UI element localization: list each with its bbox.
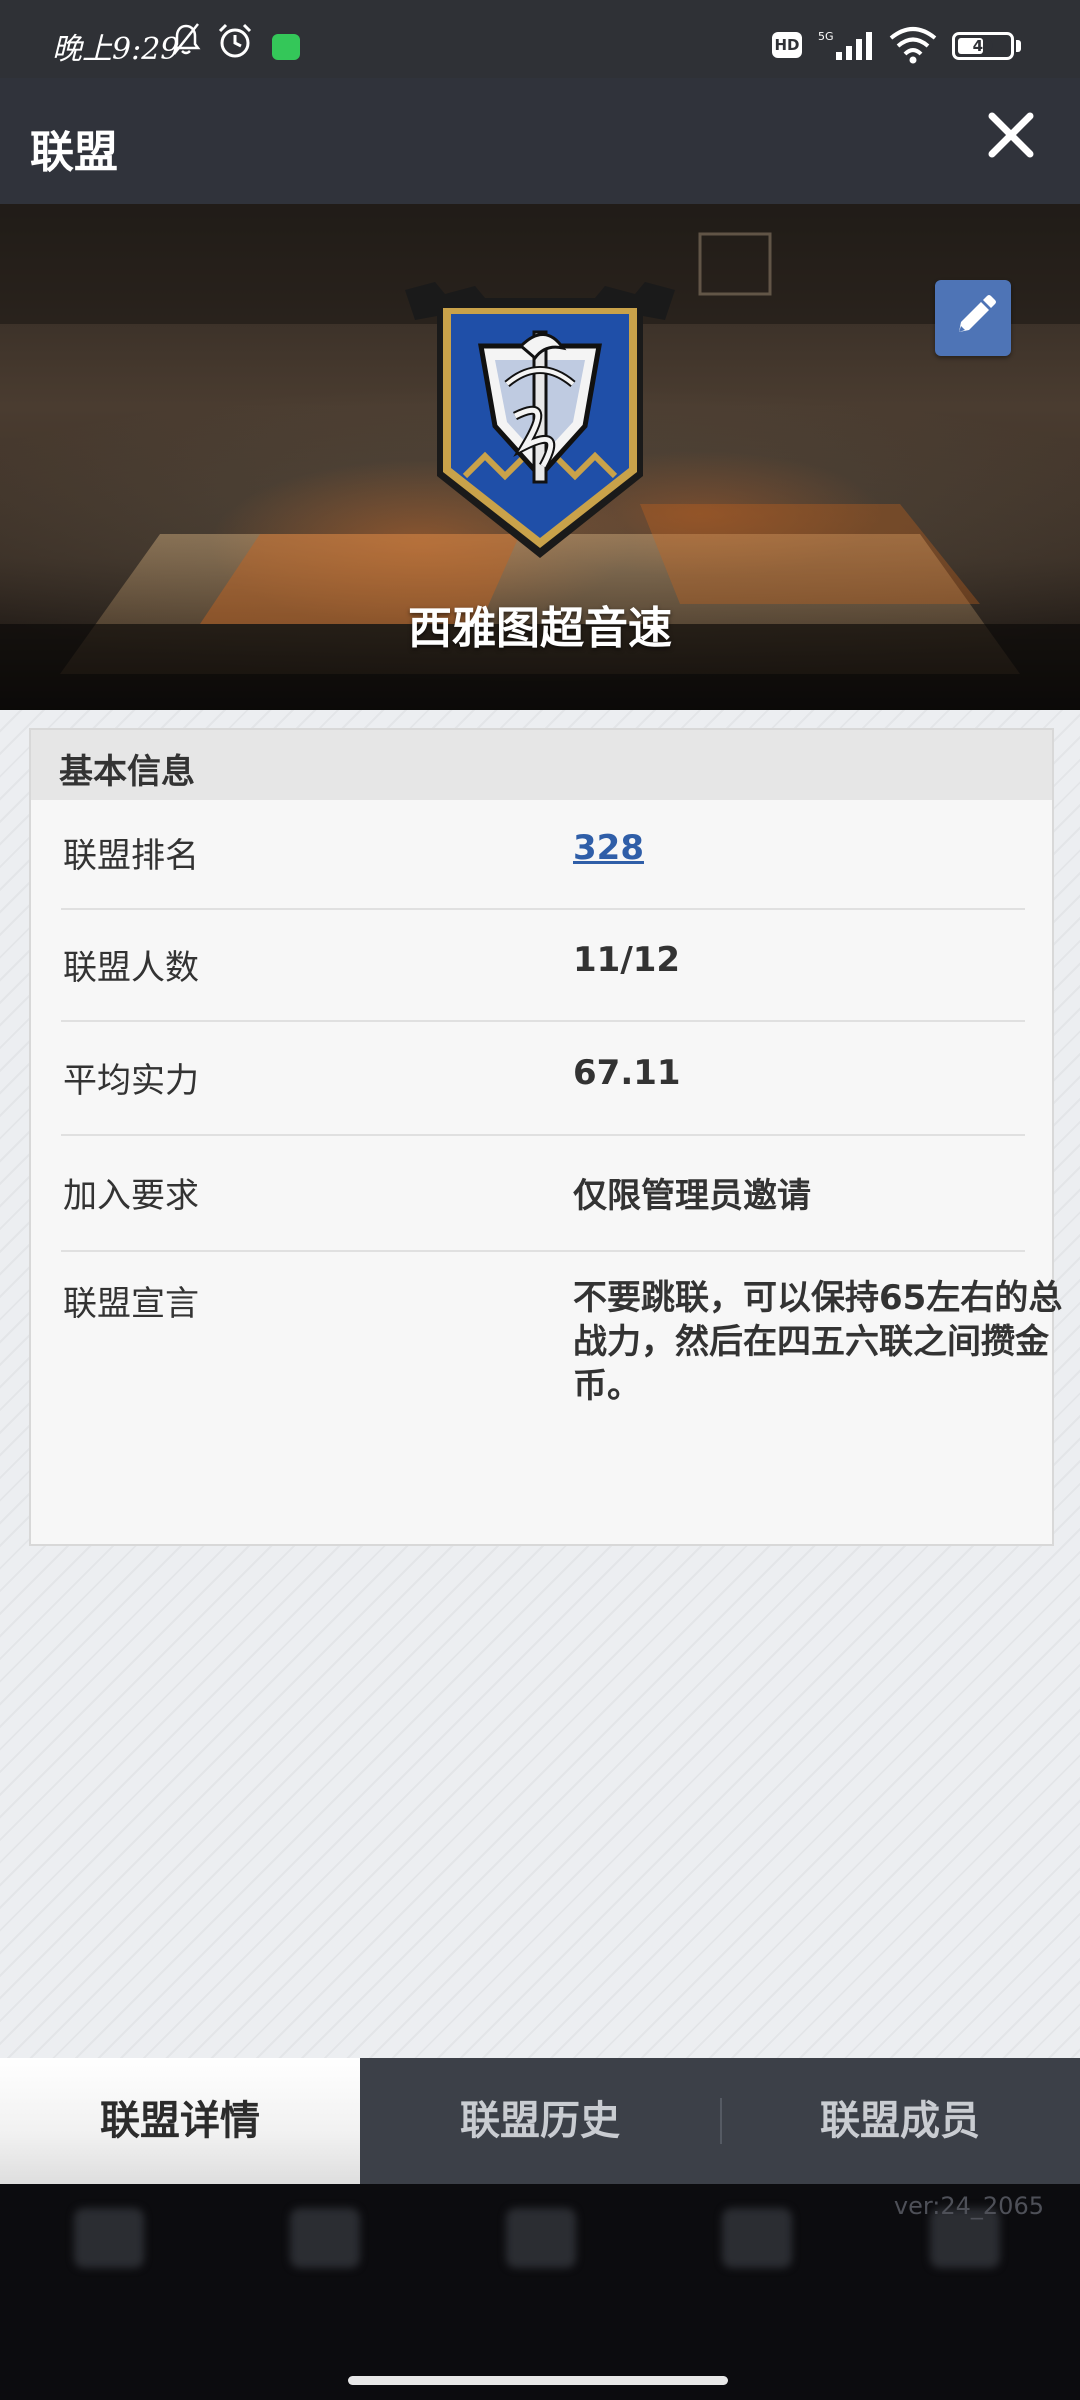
ranking-label: 联盟排名 — [63, 836, 199, 876]
member-count-value: 11/12 — [573, 940, 681, 980]
declaration-label: 联盟宣言 — [63, 1284, 199, 1324]
nav-item-4-icon — [722, 2208, 792, 2268]
alliance-banner: 西雅图超音速 — [0, 204, 1080, 710]
card-header: 基本信息 — [31, 730, 1052, 800]
join-requirement-label: 加入要求 — [63, 1176, 199, 1216]
tab-alliance-members[interactable]: 联盟成员 — [720, 2058, 1080, 2184]
version-label: ver:24_2065 — [893, 2192, 1044, 2220]
battery-percent: 49 — [972, 37, 994, 55]
alliance-name: 西雅图超音速 — [408, 603, 672, 654]
row-divider — [61, 1250, 1025, 1252]
hd-badge: HD — [772, 32, 802, 58]
basic-info-card: 基本信息 联盟排名 328 联盟人数 11/12 平均实力 67.11 加入要求… — [29, 728, 1062, 1546]
battery-icon: 49 — [952, 32, 1014, 60]
app-notification-icon — [272, 34, 300, 60]
nav-item-2-icon — [290, 2208, 360, 2268]
nav-item-2[interactable] — [270, 2208, 380, 2328]
nav-item-3-icon — [506, 2208, 576, 2268]
average-strength-label: 平均实力 — [63, 1061, 199, 1101]
alliance-tab-bar: 联盟详情 联盟历史 联盟成员 — [0, 2058, 1080, 2184]
nav-item-1-icon — [74, 2208, 144, 2268]
alarm-icon — [218, 23, 252, 58]
network-label: 5G — [818, 30, 834, 43]
row-divider — [61, 1134, 1025, 1136]
home-indicator[interactable] — [348, 2376, 728, 2385]
tab-alliance-history[interactable]: 联盟历史 — [360, 2058, 720, 2184]
card-title: 基本信息 — [59, 752, 195, 792]
edit-banner-button[interactable] — [935, 280, 1011, 356]
page-title: 联盟 — [30, 127, 118, 178]
join-requirement-value: 仅限管理员邀请 — [573, 1176, 811, 1216]
alliance-crest-icon — [405, 282, 675, 558]
nav-item-4[interactable] — [702, 2208, 812, 2328]
nav-item-3[interactable] — [486, 2208, 596, 2328]
nav-item-5[interactable] — [910, 2208, 1020, 2328]
bell-muted-icon — [171, 23, 201, 55]
wifi-icon — [889, 27, 937, 64]
tab-alliance-details[interactable]: 联盟详情 — [0, 2058, 360, 2184]
status-bar: 晚上9:29 HD 5G 49 — [0, 0, 1080, 78]
nav-item-1[interactable] — [54, 2208, 164, 2328]
row-divider — [61, 908, 1025, 910]
battery-cap — [1016, 40, 1021, 52]
pencil-icon — [959, 295, 996, 332]
app-header: 联盟 — [0, 78, 1080, 204]
member-count-label: 联盟人数 — [63, 948, 199, 988]
declaration-value: 不要跳联，可以保持65左右的总战力，然后在四五六联之间攒金币。 — [573, 1278, 1063, 1406]
status-time: 晚上9:29 — [52, 32, 180, 67]
row-divider — [61, 1020, 1025, 1022]
close-icon[interactable] — [984, 108, 1038, 162]
ranking-value-link[interactable]: 328 — [573, 828, 644, 868]
signal-icon: 5G — [818, 30, 872, 60]
average-strength-value: 67.11 — [573, 1053, 681, 1093]
